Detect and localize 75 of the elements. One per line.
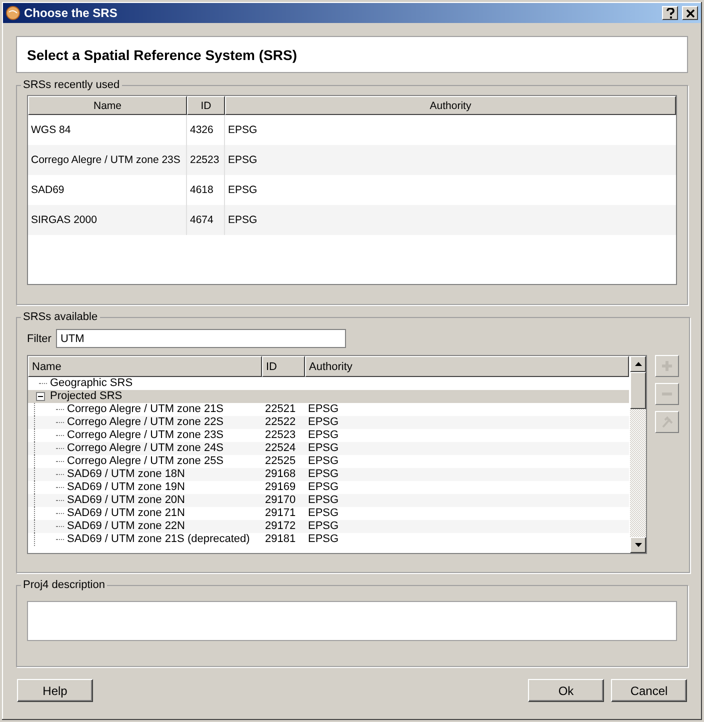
id-text: 22524 [265, 442, 296, 455]
tree-item-name: SAD69 / UTM zone 20N [67, 494, 185, 507]
column-header[interactable]: Name [28, 356, 262, 377]
scrollbar-thumb[interactable] [630, 372, 646, 409]
tree-row[interactable]: SAD69 / UTM zone 21S (deprecated) 29181 EPSG [28, 533, 629, 546]
id-text: 29171 [265, 507, 296, 520]
column-header[interactable]: ID [187, 96, 225, 115]
tree-row[interactable]: Geographic SRS [28, 377, 629, 390]
tree-item-name: Geographic SRS [50, 377, 133, 390]
id-text: 22523 [265, 429, 296, 442]
table-cell: Corrego Alegre / UTM zone 23S [28, 145, 187, 175]
tree-row[interactable]: SAD69 / UTM zone 18N 29168 EPSG [28, 468, 629, 481]
tree-row[interactable]: Projected SRS [28, 390, 629, 403]
group-title: SRSs recently used [22, 79, 121, 91]
tree-item-name: SAD69 / UTM zone 21S (deprecated) [67, 533, 250, 546]
tree-item-name: SAD69 / UTM zone 18N [67, 468, 185, 481]
tree-item-name: SAD69 / UTM zone 19N [67, 481, 185, 494]
filter-label: Filter [27, 332, 52, 344]
filter-field[interactable]: UTM [56, 329, 346, 348]
authority-text: EPSG [308, 455, 339, 468]
up-arrow-icon[interactable] [634, 362, 642, 366]
cancel-button[interactable]: Cancel [611, 679, 687, 702]
authority-text: EPSG [308, 442, 339, 455]
close-icon[interactable] [682, 6, 698, 20]
tree-row[interactable]: Corrego Alegre / UTM zone 24S 22524 EPSG [28, 442, 629, 455]
group-title: SRSs available [22, 311, 99, 323]
id-text: 29181 [265, 533, 296, 546]
table-cell: SIRGAS 2000 [28, 205, 187, 235]
tree-row[interactable]: SAD69 / UTM zone 22N 29172 EPSG [28, 520, 629, 533]
table-cell-text: EPSG [227, 183, 258, 198]
authority-text: EPSG [308, 416, 339, 429]
column-header[interactable]: Name [28, 96, 187, 115]
table-cell-text: EPSG [227, 123, 258, 138]
tree-item-name: SAD69 / UTM zone 22N [67, 520, 185, 533]
table-cell: 4674 [187, 205, 225, 235]
scrollbar[interactable] [630, 356, 646, 553]
tree-item-name: SAD69 / UTM zone 21N [67, 507, 185, 520]
authority-text: EPSG [308, 494, 339, 507]
table-cell: 22523 [187, 145, 225, 175]
id-text: 29168 [265, 468, 296, 481]
authority-text: EPSG [308, 533, 339, 546]
tree-item-name: Corrego Alegre / UTM zone 21S [67, 403, 224, 416]
id-text: 22525 [265, 455, 296, 468]
id-text: 29169 [265, 481, 296, 494]
authority-text: EPSG [308, 429, 339, 442]
collapse-icon[interactable] [36, 392, 44, 401]
column-header[interactable]: ID [262, 356, 305, 377]
tree-item-name: Corrego Alegre / UTM zone 25S [67, 455, 224, 468]
column-header[interactable]: Authority [225, 96, 676, 115]
id-text: 29170 [265, 494, 296, 507]
column-header[interactable]: Authority [305, 356, 629, 377]
header-title: Select a Spatial Reference System (SRS) [27, 46, 298, 62]
authority-text: EPSG [308, 481, 339, 494]
help-icon[interactable] [662, 6, 678, 20]
ok-button[interactable]: Ok [528, 679, 604, 702]
authority-text: EPSG [308, 403, 339, 416]
down-arrow-icon[interactable] [634, 543, 642, 547]
tree-row[interactable]: SAD69 / UTM zone 20N 29170 EPSG [28, 494, 629, 507]
tree-item-name: Projected SRS [50, 390, 122, 403]
help-button[interactable]: Help [17, 679, 93, 702]
authority-text: EPSG [308, 468, 339, 481]
id-text: 22522 [265, 416, 296, 429]
group-title: Proj4 description [22, 579, 106, 591]
tree-item-name: Corrego Alegre / UTM zone 23S [67, 429, 224, 442]
authority-text: EPSG [308, 520, 339, 533]
id-text: 29172 [265, 520, 296, 533]
tree-item-name: Corrego Alegre / UTM zone 24S [67, 442, 224, 455]
window-title: Choose the SRS [24, 6, 118, 20]
table-cell-text: EPSG [227, 153, 258, 168]
tree-item-name: Corrego Alegre / UTM zone 22S [67, 416, 224, 429]
authority-text: EPSG [308, 507, 339, 520]
table-cell-text: EPSG [227, 213, 258, 228]
id-text: 22521 [265, 403, 296, 416]
tree-row[interactable]: Corrego Alegre / UTM zone 22S 22522 EPSG [28, 416, 629, 429]
globe-icon [6, 6, 20, 20]
